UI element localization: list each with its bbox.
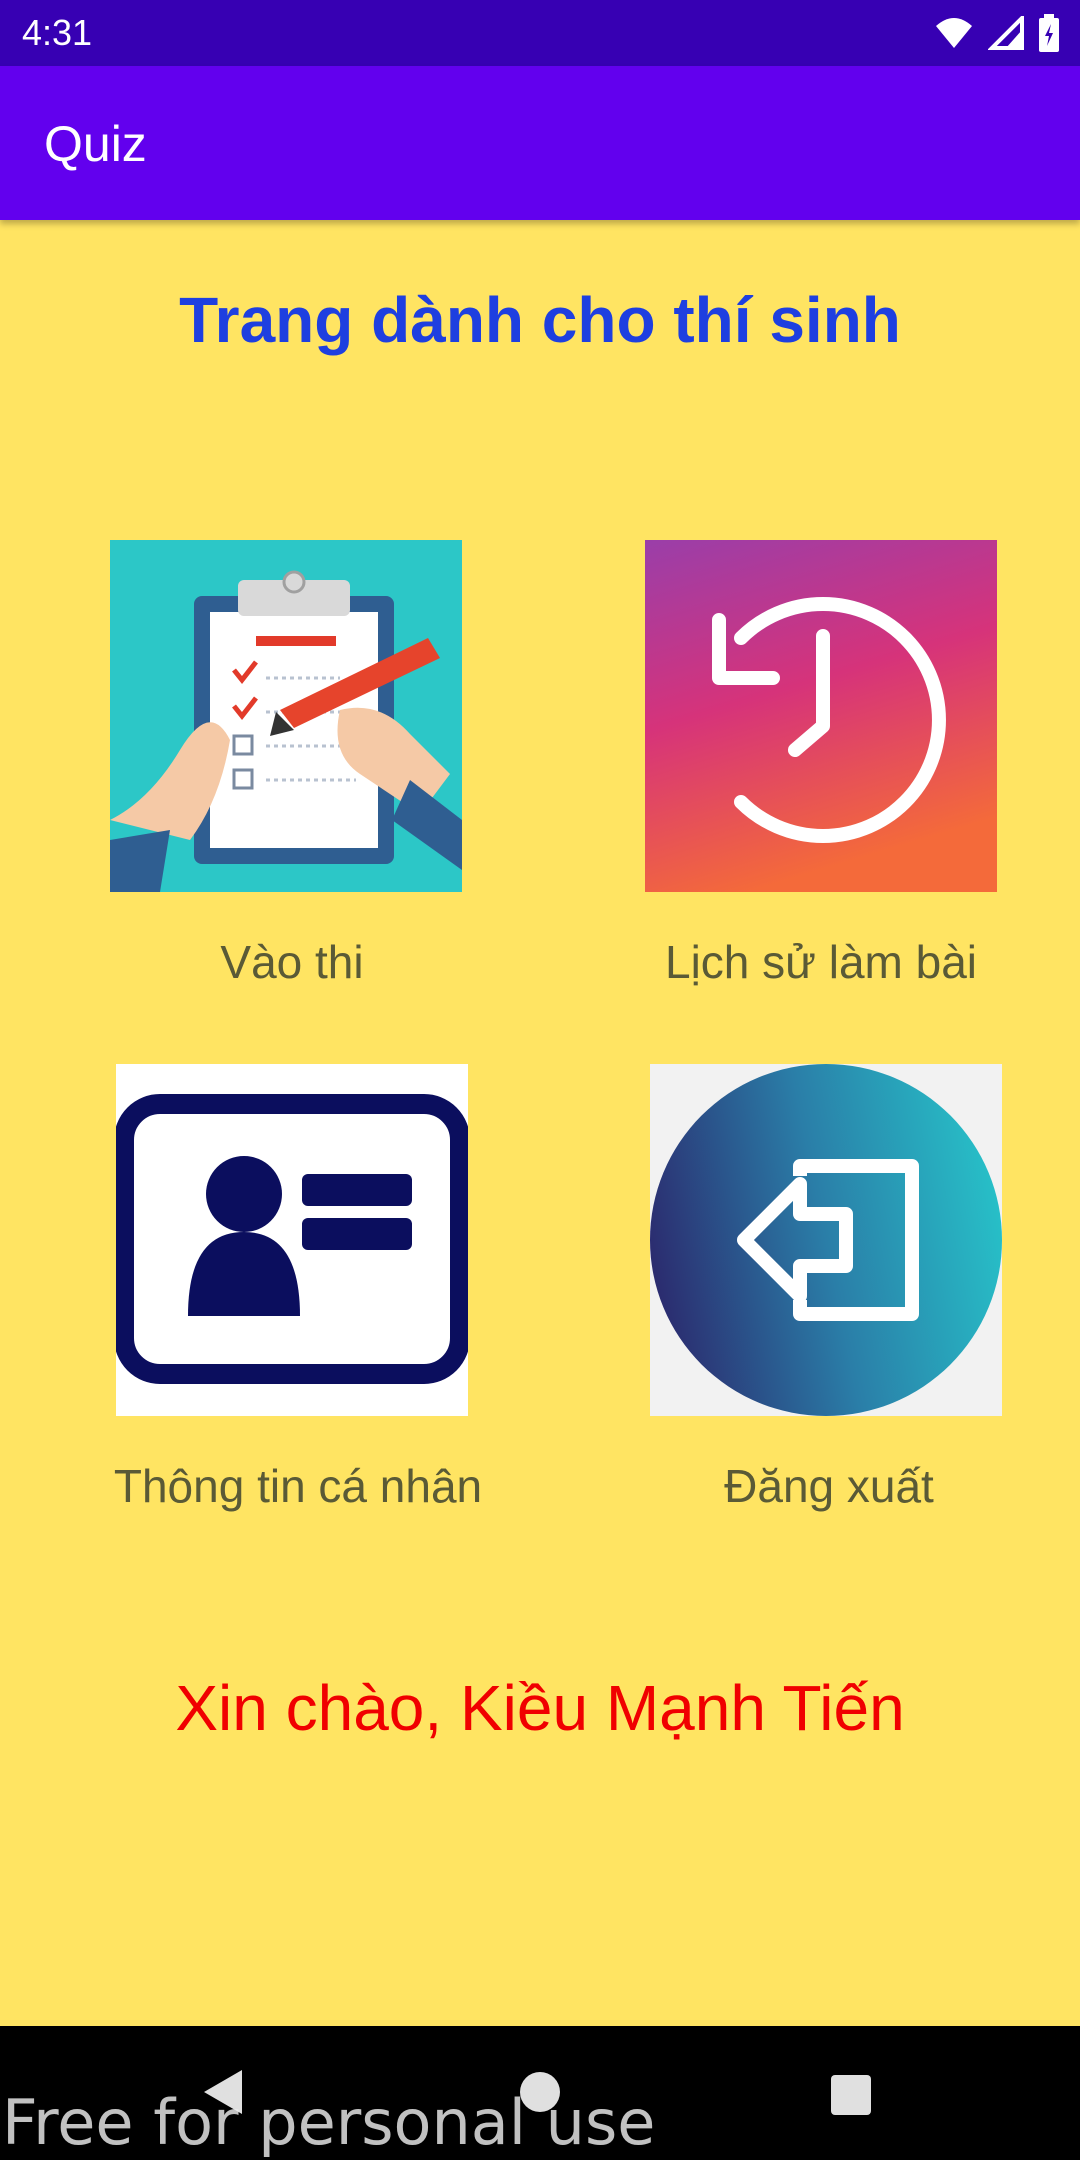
tile-label-enter-exam: Vào thi bbox=[220, 936, 364, 988]
recents-icon[interactable] bbox=[830, 2074, 872, 2116]
status-time: 4:31 bbox=[22, 12, 93, 53]
status-icons bbox=[934, 12, 1060, 54]
page-title: Trang dành cho thí sinh bbox=[179, 284, 901, 356]
wifi-icon bbox=[936, 18, 972, 48]
logout-icon[interactable] bbox=[650, 1064, 1002, 1416]
clipboard-exam-icon[interactable] bbox=[110, 540, 462, 892]
status-bar: 4:31 bbox=[0, 0, 1080, 66]
app-title: Quiz bbox=[44, 116, 147, 172]
id-card-icon[interactable] bbox=[116, 1064, 468, 1416]
greeting-text: Xin chào, Kiều Mạnh Tiến bbox=[175, 1672, 905, 1744]
tile-label-logout: Đăng xuất bbox=[724, 1460, 934, 1512]
tile-label-history: Lịch sử làm bài bbox=[664, 936, 978, 988]
watermark-text: Free for personal use bbox=[2, 2086, 656, 2159]
history-clock-icon[interactable] bbox=[645, 540, 997, 892]
cell-signal-icon bbox=[988, 16, 1024, 50]
tile-label-profile: Thông tin cá nhân bbox=[113, 1460, 483, 1512]
battery-icon bbox=[1039, 14, 1059, 52]
app-bar: Quiz bbox=[0, 66, 1080, 220]
